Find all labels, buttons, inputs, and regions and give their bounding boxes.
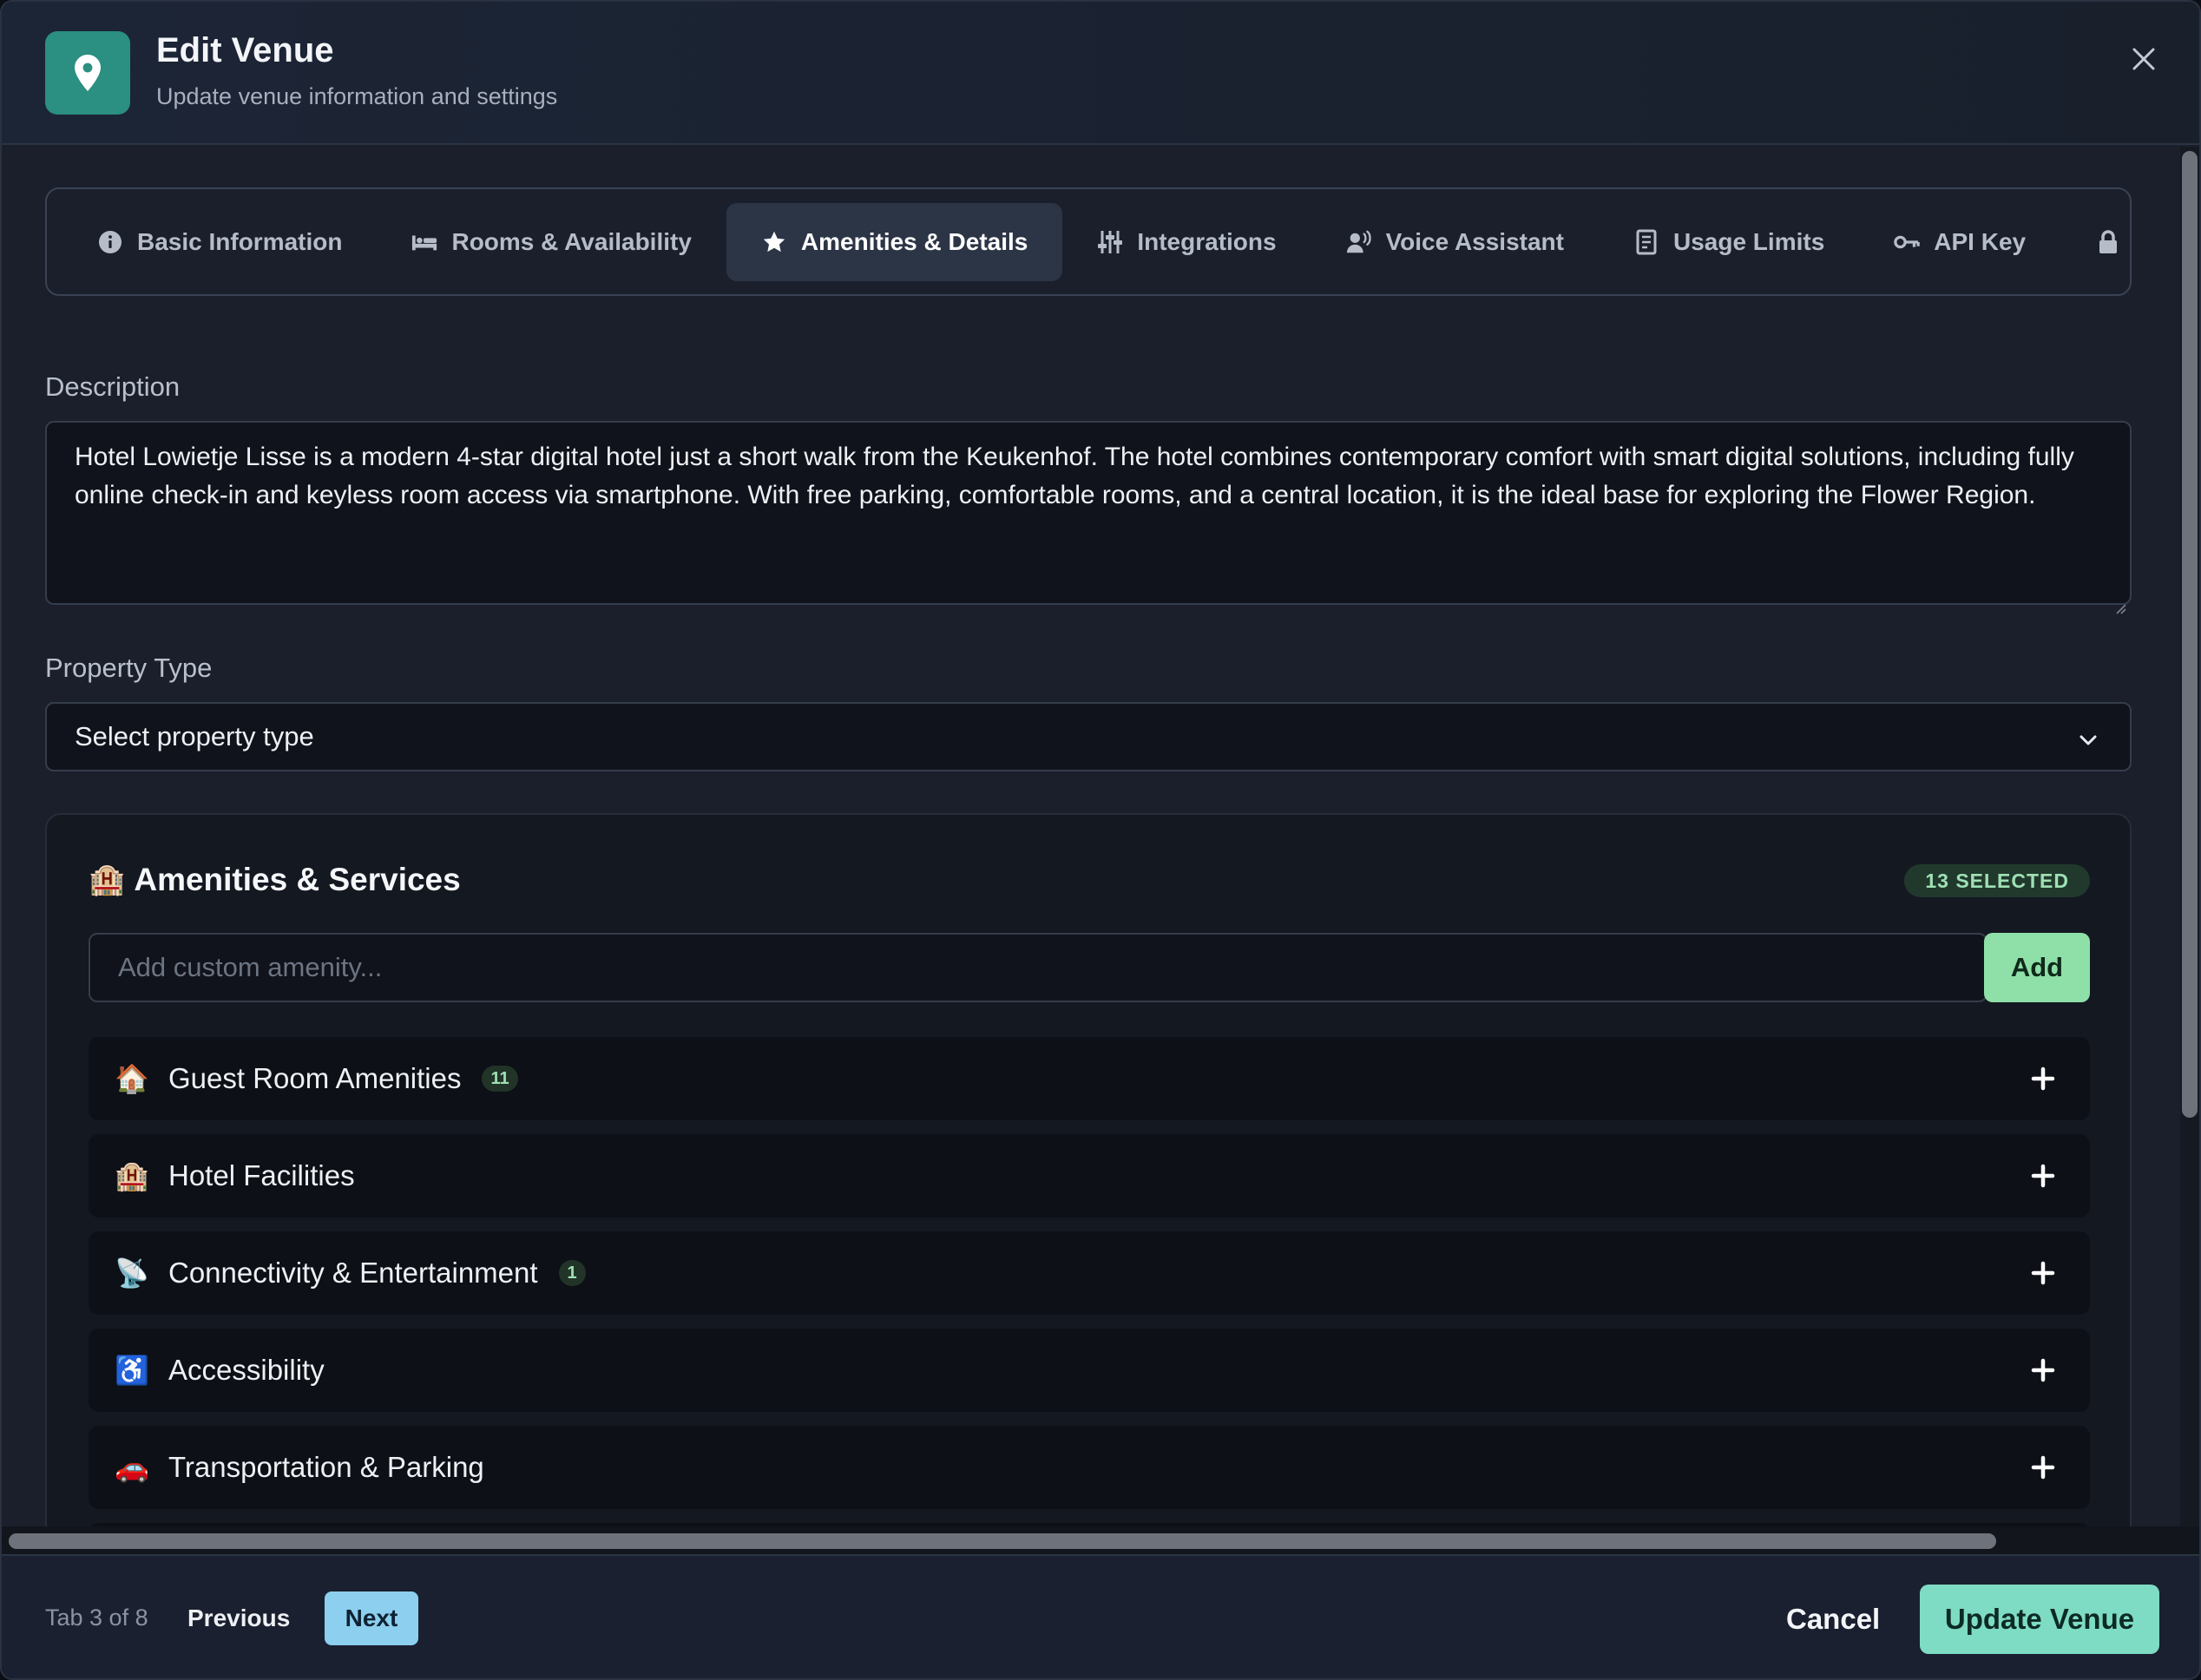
property-type-label: Property Type bbox=[45, 653, 213, 683]
category-guest-room-amenities[interactable]: 🏠 Guest Room Amenities 11 bbox=[89, 1037, 2090, 1120]
tab-label: Usage Limits bbox=[1672, 227, 1825, 255]
property-type-value: Select property type bbox=[75, 721, 314, 751]
plus-icon[interactable] bbox=[2031, 1358, 2055, 1387]
tab-label: Rooms & Availability bbox=[451, 227, 692, 255]
tab-usage-limits[interactable]: Usage Limits bbox=[1599, 203, 1859, 281]
tab-integrations[interactable]: Integrations bbox=[1062, 203, 1311, 281]
category-connectivity-entertainment[interactable]: 📡 Connectivity & Entertainment 1 bbox=[89, 1231, 2090, 1315]
tab-label: Basic Information bbox=[137, 227, 343, 255]
house-icon: 🏠 bbox=[115, 1063, 149, 1094]
close-button[interactable] bbox=[2125, 42, 2163, 80]
category-hotel-facilities[interactable]: 🏨 Hotel Facilities bbox=[89, 1134, 2090, 1217]
info-icon bbox=[97, 229, 123, 255]
add-amenity-button[interactable]: Add bbox=[1984, 933, 2090, 1002]
map-pin-icon bbox=[45, 31, 130, 115]
tab-position-indicator: Tab 3 of 8 bbox=[45, 1605, 148, 1631]
amenities-card: 🏨 Amenities & Services 13 SELECTED Add 🏠… bbox=[45, 813, 2132, 1526]
vertical-scrollbar-thumb[interactable] bbox=[2182, 151, 2198, 1118]
category-label: Accessibility bbox=[168, 1354, 325, 1386]
tab-label: Integrations bbox=[1137, 227, 1277, 255]
hotel-icon: 🏨 bbox=[115, 1160, 149, 1191]
category-accessibility[interactable]: ♿ Accessibility bbox=[89, 1329, 2090, 1412]
custom-amenity-input[interactable] bbox=[89, 933, 1987, 1002]
plus-icon[interactable] bbox=[2031, 1164, 2055, 1192]
satellite-icon: 📡 bbox=[115, 1257, 149, 1289]
tab-api-key[interactable]: API Key bbox=[1859, 203, 2060, 281]
sliders-icon bbox=[1097, 229, 1123, 255]
plus-icon[interactable] bbox=[2031, 1066, 2055, 1095]
description-text: Hotel Lowietje Lisse is a modern 4-star … bbox=[75, 443, 2074, 509]
horizontal-scrollbar-thumb[interactable] bbox=[9, 1533, 1996, 1549]
modal-subtitle: Update venue information and settings bbox=[156, 83, 558, 109]
resize-handle-icon[interactable] bbox=[2114, 587, 2126, 614]
chevron-down-icon bbox=[2078, 726, 2099, 758]
property-type-select[interactable]: Select property type bbox=[45, 702, 2132, 771]
next-button[interactable]: Next bbox=[325, 1591, 418, 1645]
plus-icon[interactable] bbox=[2031, 1261, 2055, 1290]
voice-icon bbox=[1346, 229, 1372, 255]
previous-button[interactable]: Previous bbox=[187, 1605, 290, 1632]
tab-rooms-availability[interactable]: Rooms & Availability bbox=[377, 203, 726, 281]
category-label: Connectivity & Entertainment bbox=[168, 1257, 538, 1289]
category-label: Transportation & Parking bbox=[168, 1451, 484, 1483]
category-transportation-parking[interactable]: 🚗 Transportation & Parking bbox=[89, 1426, 2090, 1509]
tab-bar: Basic Information Rooms & Availability A… bbox=[45, 187, 2132, 296]
update-venue-button[interactable]: Update Venue bbox=[1920, 1585, 2159, 1654]
star-icon bbox=[761, 229, 787, 255]
cancel-button[interactable]: Cancel bbox=[1786, 1603, 1880, 1636]
category-label: Hotel Facilities bbox=[168, 1159, 355, 1191]
tab-label: Voice Assistant bbox=[1385, 227, 1564, 255]
tab-security[interactable] bbox=[2060, 203, 2130, 281]
plus-icon[interactable] bbox=[2031, 1455, 2055, 1484]
amenities-title-text: Amenities & Services bbox=[134, 862, 461, 897]
lock-icon bbox=[2095, 229, 2121, 255]
key-icon bbox=[1894, 229, 1921, 255]
modal-body[interactable]: Basic Information Rooms & Availability A… bbox=[2, 147, 2180, 1526]
description-label: Description bbox=[45, 371, 181, 402]
category-count-badge: 1 bbox=[558, 1260, 586, 1286]
hotel-icon: 🏨 bbox=[89, 863, 126, 896]
wheelchair-icon: ♿ bbox=[115, 1355, 149, 1386]
description-textarea[interactable]: Hotel Lowietje Lisse is a modern 4-star … bbox=[45, 421, 2132, 614]
tab-label: Amenities & Details bbox=[800, 227, 1028, 255]
tab-voice-assistant[interactable]: Voice Assistant bbox=[1311, 203, 1599, 281]
bed-icon bbox=[411, 229, 437, 255]
close-icon bbox=[2131, 46, 2157, 76]
modal-header: Edit Venue Update venue information and … bbox=[2, 2, 2199, 145]
category-label: Guest Room Amenities bbox=[168, 1062, 462, 1094]
modal-footer: Tab 3 of 8 Previous Next Cancel Update V… bbox=[2, 1554, 2199, 1678]
modal-title: Edit Venue bbox=[156, 31, 334, 69]
receipt-icon bbox=[1633, 229, 1659, 255]
category-count-badge: 11 bbox=[482, 1066, 518, 1092]
car-icon: 🚗 bbox=[115, 1452, 149, 1483]
amenities-title: 🏨 Amenities & Services bbox=[89, 862, 461, 898]
tab-amenities-details[interactable]: Amenities & Details bbox=[726, 202, 1063, 281]
tab-label: API Key bbox=[1934, 227, 2027, 255]
edit-venue-modal: Edit Venue Update venue information and … bbox=[0, 0, 2201, 1680]
tab-basic-information[interactable]: Basic Information bbox=[62, 203, 377, 281]
selected-count-badge: 13 SELECTED bbox=[1904, 864, 2090, 897]
